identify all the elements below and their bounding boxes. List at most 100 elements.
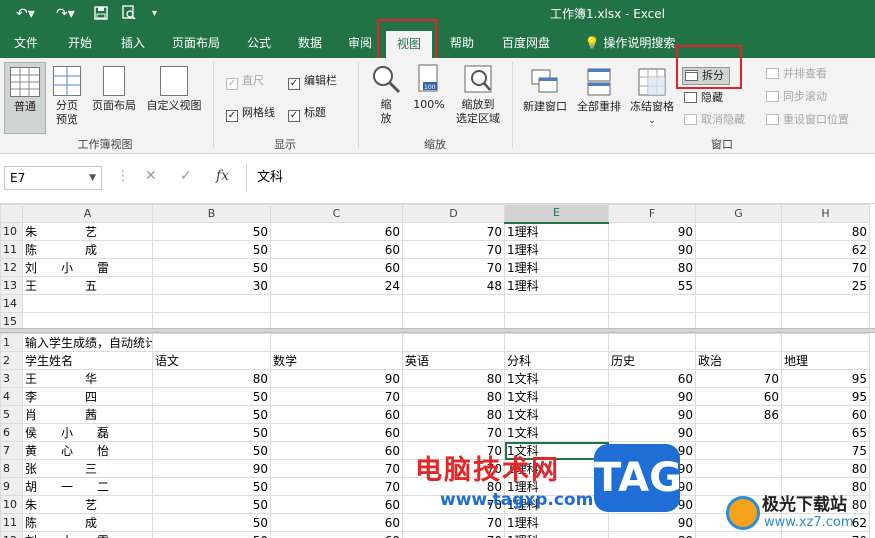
cell-b1[interactable] <box>152 333 271 352</box>
insert-function-icon[interactable]: fx <box>216 168 229 184</box>
cell-g9[interactable] <box>695 477 782 496</box>
cell-f7[interactable]: 90 <box>608 441 696 460</box>
cell-d12[interactable]: 70 <box>402 531 505 538</box>
cell-d5[interactable]: 80 <box>402 405 505 424</box>
cell-h13[interactable]: 25 <box>781 276 870 295</box>
reset-window-position-button[interactable]: 重设窗口位置 <box>766 112 849 128</box>
cell-b9[interactable]: 50 <box>152 477 271 496</box>
cell-h14[interactable] <box>781 294 870 313</box>
cell-f3[interactable]: 60 <box>608 369 696 388</box>
cell-b12[interactable]: 50 <box>152 531 271 538</box>
column-header-d[interactable]: D <box>402 204 505 223</box>
cell-g8[interactable] <box>695 459 782 478</box>
cell-f6[interactable]: 90 <box>608 423 696 442</box>
cell-f9[interactable]: 90 <box>608 477 696 496</box>
cell-e11[interactable]: 1理科 <box>504 240 609 259</box>
cell-a13[interactable]: 王 五 <box>22 276 153 295</box>
cell-d4[interactable]: 80 <box>402 387 505 406</box>
column-header-g[interactable]: G <box>695 204 782 223</box>
row-header[interactable]: 14 <box>0 294 23 313</box>
cell-g14[interactable] <box>695 294 782 313</box>
worksheet-grid[interactable]: A B C D E F G H 10 朱 艺 50 60 70 1理科 90 80 11 陈 成 50 60 70 1理科… <box>0 204 875 538</box>
cell-e14[interactable] <box>504 294 609 313</box>
cell-e10[interactable]: 1理科 <box>504 495 609 514</box>
cell-a9[interactable]: 胡 一 二 <box>22 477 153 496</box>
cell-e12[interactable]: 1理科 <box>504 258 609 277</box>
cell-a3[interactable]: 王 华 <box>22 369 153 388</box>
unhide-window-button[interactable]: 取消隐藏 <box>684 112 745 128</box>
cell-a8[interactable]: 张 三 <box>22 459 153 478</box>
cell-d13[interactable]: 48 <box>402 276 505 295</box>
cell-g12[interactable] <box>695 531 782 538</box>
cell-f5[interactable]: 90 <box>608 405 696 424</box>
cell-a10[interactable]: 朱 艺 <box>22 222 153 241</box>
zoom-100-button[interactable]: 100 100% <box>410 62 448 112</box>
cell-e3[interactable]: 1文科 <box>504 369 609 388</box>
cell-b2[interactable]: 语文 <box>152 351 271 370</box>
cell-c2[interactable]: 数学 <box>270 351 403 370</box>
cell-e7[interactable]: 1文科 <box>504 441 609 460</box>
select-all-corner[interactable] <box>0 204 23 223</box>
cell-b5[interactable]: 50 <box>152 405 271 424</box>
cell-a2[interactable]: 学生姓名 <box>22 351 153 370</box>
tab-page-layout[interactable]: 页面布局 <box>164 28 228 58</box>
cell-d3[interactable]: 80 <box>402 369 505 388</box>
cell-f8[interactable]: 90 <box>608 459 696 478</box>
cell-f11[interactable]: 90 <box>608 240 696 259</box>
row-header[interactable]: 10 <box>0 495 23 514</box>
cell-c11[interactable]: 60 <box>270 240 403 259</box>
tell-me-search[interactable]: 💡 操作说明搜索 <box>574 28 686 58</box>
cell-h4[interactable]: 95 <box>781 387 870 406</box>
tab-file[interactable]: 文件 <box>4 28 48 58</box>
gridlines-checkbox[interactable]: ✓ 网格线 <box>226 106 275 122</box>
cell-a14[interactable] <box>22 294 153 313</box>
cell-b4[interactable]: 50 <box>152 387 271 406</box>
cell-a1[interactable]: 输入学生成绩，自动统计学科的平均分等数据。班级：X年X班统计日期：X年X月X日 <box>22 333 153 352</box>
hide-window-button[interactable]: 隐藏 <box>684 90 723 106</box>
cell-g13[interactable] <box>695 276 782 295</box>
tab-review[interactable]: 审阅 <box>338 28 382 58</box>
cell-a7[interactable]: 黄 心 怡 <box>22 441 153 460</box>
column-header-h[interactable]: H <box>781 204 870 223</box>
split-button[interactable]: 拆分 <box>682 67 730 85</box>
cell-b14[interactable] <box>152 294 271 313</box>
cell-d10[interactable]: 70 <box>402 222 505 241</box>
cell-c6[interactable]: 60 <box>270 423 403 442</box>
formula-input[interactable]: 文科 <box>246 164 875 192</box>
row-header[interactable]: 13 <box>0 276 23 295</box>
zoom-button[interactable]: 缩 放 <box>366 62 406 126</box>
bottom-pane[interactable]: 1输入学生成绩，自动统计学科的平均分等数据。班级：X年X班统计日期：X年X月X日… <box>0 333 870 538</box>
cell-e2[interactable]: 分科 <box>504 351 609 370</box>
row-header[interactable]: 2 <box>0 351 23 370</box>
cell-c7[interactable]: 60 <box>270 441 403 460</box>
cell-h2[interactable]: 地理 <box>781 351 870 370</box>
cell-d7[interactable]: 70 <box>402 441 505 460</box>
cell-c3[interactable]: 90 <box>270 369 403 388</box>
freeze-panes-button[interactable]: 冻结窗格 ⌄ <box>626 62 678 128</box>
cell-h10[interactable]: 80 <box>781 495 870 514</box>
chevron-down-icon[interactable]: ▼ <box>89 167 96 189</box>
row-header[interactable]: 1 <box>0 333 23 352</box>
cell-d10[interactable]: 70 <box>402 495 505 514</box>
page-layout-view-button[interactable]: 页面布局 <box>88 62 140 113</box>
row-header[interactable]: 12 <box>0 531 23 538</box>
cell-a5[interactable]: 肖 茜 <box>22 405 153 424</box>
cell-d2[interactable]: 英语 <box>402 351 505 370</box>
zoom-to-selection-button[interactable]: 缩放到 选定区域 <box>452 62 504 126</box>
cell-c9[interactable]: 70 <box>270 477 403 496</box>
cell-h7[interactable]: 75 <box>781 441 870 460</box>
row-header[interactable]: 4 <box>0 387 23 406</box>
row-header[interactable]: 7 <box>0 441 23 460</box>
enter-icon[interactable]: ✓ <box>180 168 192 184</box>
cell-g12[interactable] <box>695 258 782 277</box>
cell-a11[interactable]: 陈 成 <box>22 240 153 259</box>
cell-h12[interactable]: 70 <box>781 258 870 277</box>
cell-d11[interactable]: 70 <box>402 240 505 259</box>
row-header[interactable]: 3 <box>0 369 23 388</box>
cell-h6[interactable]: 65 <box>781 423 870 442</box>
cell-c11[interactable]: 60 <box>270 513 403 532</box>
cell-h11[interactable]: 62 <box>781 240 870 259</box>
row-header[interactable]: 8 <box>0 459 23 478</box>
cell-h10[interactable]: 80 <box>781 222 870 241</box>
cell-d9[interactable]: 80 <box>402 477 505 496</box>
